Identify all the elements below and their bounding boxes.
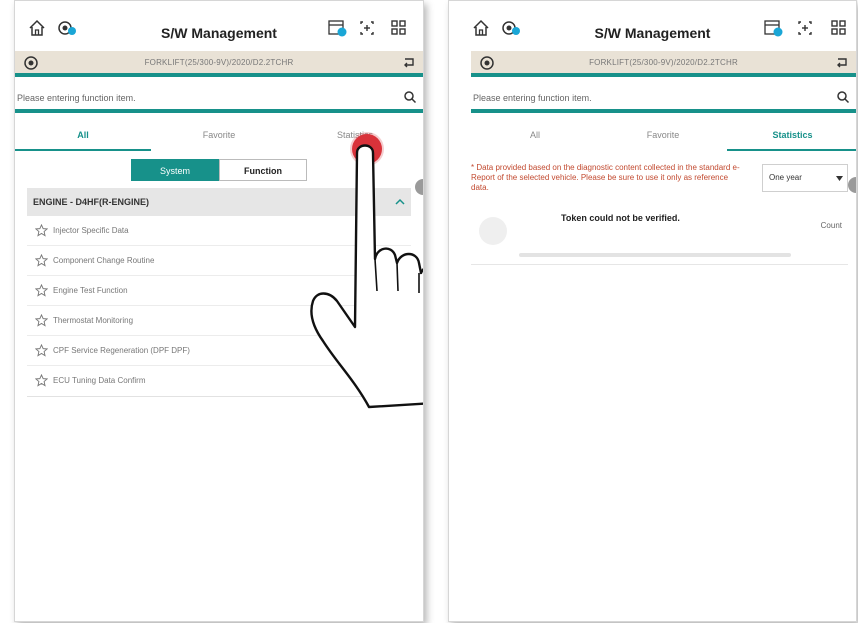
search-bar — [15, 85, 423, 113]
back-arrow-icon[interactable] — [401, 55, 417, 71]
tab-statistics[interactable]: Statistics — [727, 121, 856, 151]
tab-favorite[interactable]: Favorite — [151, 121, 287, 151]
list-item-label: Thermostat Monitoring — [53, 316, 134, 325]
function-button[interactable]: Function — [219, 159, 307, 181]
search-bar — [471, 85, 856, 113]
star-icon[interactable] — [35, 224, 48, 237]
tab-all[interactable]: All — [471, 121, 599, 151]
list-item-label: Injector Specific Data — [53, 226, 129, 235]
grid-menu-icon[interactable] — [389, 18, 409, 38]
calendar-badge-icon[interactable] — [763, 18, 783, 38]
list-item-label: ECU Tuning Data Confirm — [53, 376, 146, 385]
right-screen: S/W Management FORKLIFT(25/300-9V)/2020/… — [448, 0, 857, 622]
status-message: Token could not be verified. — [561, 213, 680, 223]
star-icon[interactable] — [35, 254, 48, 267]
search-icon[interactable] — [403, 90, 417, 104]
section-title: ENGINE - D4HF(R-ENGINE) — [33, 197, 150, 207]
left-screen: S/W Management FORKLIFT(25/300-9V)/2020/… — [14, 0, 424, 622]
statistics-row: Token could not be verified. Count — [471, 207, 848, 265]
tab-bar: All Favorite Statistics — [471, 121, 856, 151]
top-bar: S/W Management — [15, 1, 423, 49]
list-item-label: Engine Test Function — [53, 286, 128, 295]
period-select[interactable]: One year — [762, 164, 848, 192]
calendar-badge-icon[interactable] — [327, 18, 347, 38]
vehicle-info-bar: FORKLIFT(25/300-9V)/2020/D2.2TCHR — [15, 51, 423, 77]
star-icon[interactable] — [35, 284, 48, 297]
chevron-down-icon — [836, 176, 843, 181]
star-icon[interactable] — [35, 344, 48, 357]
top-bar: S/W Management — [449, 1, 856, 49]
list-item-label: CPF Service Regeneration (DPF DPF) — [53, 346, 190, 355]
notice-text: * Data provided based on the diagnostic … — [471, 163, 740, 192]
pointing-hand-icon — [310, 144, 423, 409]
vehicle-name: FORKLIFT(25/300-9V)/2020/D2.2TCHR — [144, 58, 294, 67]
period-value: One year — [769, 173, 802, 182]
capture-icon[interactable] — [357, 18, 377, 38]
system-function-toggle: System Function — [131, 159, 307, 181]
tab-all[interactable]: All — [15, 121, 151, 151]
progress-bar — [519, 253, 791, 257]
side-drawer-handle[interactable] — [848, 177, 856, 193]
star-icon[interactable] — [35, 374, 48, 387]
vehicle-info-bar: FORKLIFT(25/300-9V)/2020/D2.2TCHR — [471, 51, 856, 77]
capture-icon[interactable] — [795, 18, 815, 38]
tab-favorite[interactable]: Favorite — [599, 121, 727, 151]
list-item-label: Component Change Routine — [53, 256, 155, 265]
search-input[interactable] — [15, 89, 375, 107]
star-icon[interactable] — [35, 314, 48, 327]
grid-menu-icon[interactable] — [829, 18, 849, 38]
search-icon[interactable] — [836, 90, 850, 104]
system-button[interactable]: System — [131, 159, 219, 181]
avatar — [479, 217, 507, 245]
vehicle-name: FORKLIFT(25/300-9V)/2020/D2.2TCHR — [589, 58, 738, 67]
count-label: Count — [820, 221, 842, 230]
back-arrow-icon[interactable] — [834, 55, 850, 71]
search-input[interactable] — [471, 89, 811, 107]
